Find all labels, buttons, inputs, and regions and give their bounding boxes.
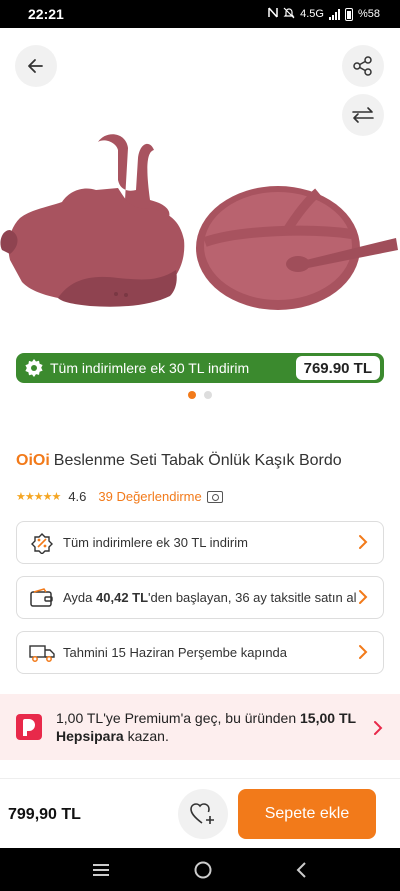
plate-image bbox=[196, 186, 398, 310]
share-icon bbox=[353, 56, 372, 76]
chevron-right-icon bbox=[359, 535, 368, 549]
home-icon[interactable] bbox=[193, 860, 213, 880]
carousel-dots bbox=[0, 391, 400, 399]
battery-icon bbox=[344, 7, 353, 21]
carousel-dot[interactable] bbox=[204, 391, 212, 399]
promo-text: Tüm indirimlere ek 30 TL indirim bbox=[50, 360, 250, 376]
review-count-link[interactable]: 39 Değerlendirme bbox=[98, 489, 201, 504]
status-icons: 4.5G %58 bbox=[268, 7, 380, 22]
arrow-left-icon bbox=[28, 59, 43, 73]
promo-price: 769.90 TL bbox=[295, 356, 380, 380]
tag-percent-icon bbox=[29, 531, 55, 555]
discount-card-text: Tüm indirimlere ek 30 TL indirim bbox=[63, 535, 248, 550]
battery-level: %58 bbox=[357, 8, 380, 20]
product-name: Beslenme Seti Tabak Önlük Kaşık Bordo bbox=[53, 452, 342, 469]
badge-icon bbox=[25, 359, 43, 377]
chevron-right-icon bbox=[359, 645, 368, 659]
rating-value: 4.6 bbox=[68, 489, 87, 504]
discount-card[interactable]: Tüm indirimlere ek 30 TL indirim bbox=[16, 521, 384, 564]
favorite-button[interactable] bbox=[178, 789, 228, 839]
rating-row[interactable]: ★★★★★ 4.6 39 Değerlendirme bbox=[16, 489, 223, 504]
premium-text: 1,00 TL'ye Premium'a geç, bu üründen 15,… bbox=[56, 710, 356, 744]
chevron-right-icon bbox=[359, 590, 368, 604]
hepsipara-logo-icon bbox=[16, 714, 42, 740]
back-nav-icon[interactable] bbox=[295, 861, 309, 879]
promo-banner[interactable]: Tüm indirimlere ek 30 TL indirim 769.90 … bbox=[16, 353, 384, 383]
mute-icon bbox=[283, 7, 295, 22]
heart-plus-icon bbox=[190, 803, 214, 824]
signal-icon bbox=[328, 8, 340, 20]
product-image[interactable] bbox=[0, 130, 400, 350]
carousel-dot[interactable] bbox=[188, 391, 196, 399]
add-to-cart-button[interactable]: Sepete ekle bbox=[238, 789, 376, 839]
wallet-icon bbox=[29, 586, 55, 610]
bib-image bbox=[0, 134, 185, 307]
rating-stars: ★★★★★ bbox=[16, 491, 61, 503]
system-nav-bar bbox=[0, 848, 400, 891]
product-title: OiOi Beslenme Seti Tabak Önlük Kaşık Bord… bbox=[16, 452, 342, 470]
bottom-action-bar: 799,90 TL Sepete ekle bbox=[0, 778, 400, 848]
network-type: 4.5G bbox=[300, 8, 324, 20]
back-button[interactable] bbox=[15, 45, 57, 87]
product-brand[interactable]: OiOi bbox=[16, 452, 50, 469]
nfc-icon bbox=[268, 7, 278, 21]
status-bar: 22:21 4.5G %58 bbox=[0, 0, 400, 28]
recent-apps-icon[interactable] bbox=[91, 862, 111, 878]
bottom-price: 799,90 TL bbox=[8, 806, 81, 823]
premium-banner[interactable]: 1,00 TL'ye Premium'a geç, bu üründen 15,… bbox=[0, 694, 400, 760]
chevron-right-icon bbox=[374, 721, 383, 735]
installment-text: Ayda 40,42 TL'den başlayan, 36 ay taksit… bbox=[63, 590, 357, 605]
swap-arrows-icon bbox=[352, 107, 374, 123]
status-time: 22:21 bbox=[28, 6, 64, 22]
camera-icon bbox=[206, 490, 223, 503]
delivery-card[interactable]: Tahmini 15 Haziran Perşembe kapında bbox=[16, 631, 384, 674]
share-button[interactable] bbox=[342, 45, 384, 87]
installment-card[interactable]: Ayda 40,42 TL'den başlayan, 36 ay taksit… bbox=[16, 576, 384, 619]
delivery-text: Tahmini 15 Haziran Perşembe kapında bbox=[63, 645, 288, 660]
installment-amount: 40,42 TL bbox=[96, 590, 149, 605]
truck-icon bbox=[29, 641, 55, 665]
